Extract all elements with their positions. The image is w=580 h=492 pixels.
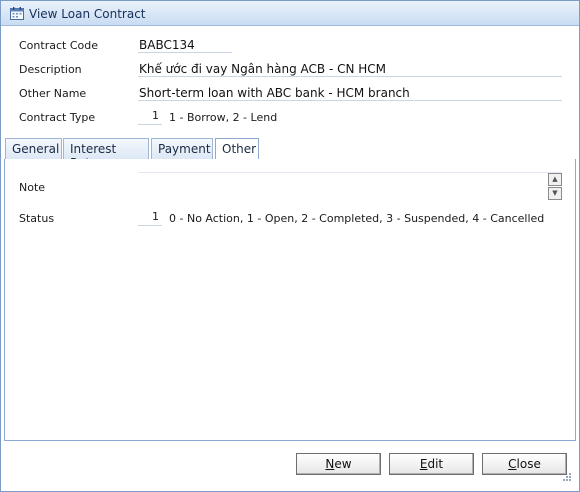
tab-strip: General Interest Rate Payment Other: [4, 138, 576, 170]
scroll-up-icon[interactable]: ▲: [548, 173, 562, 186]
edit-button-label: dit: [427, 457, 444, 471]
other-tab-panel: [4, 159, 576, 441]
loan-contract-window: View Loan Contract Contract Code BABC134…: [0, 0, 580, 492]
other-name-underline: [138, 100, 562, 101]
description-field[interactable]: Khế ước đi vay Ngân hàng ACB - CN HCM: [139, 62, 386, 76]
scroll-down-icon[interactable]: ▼: [548, 187, 562, 200]
calendar-icon: [10, 7, 24, 20]
note-textarea[interactable]: ▲ ▼: [138, 172, 562, 201]
contract-code-underline: [138, 52, 232, 53]
status-label: Status: [19, 212, 55, 225]
status-hint: 0 - No Action, 1 - Open, 2 - Completed, …: [169, 212, 545, 225]
description-underline: [138, 76, 562, 77]
window-title: View Loan Contract: [29, 7, 146, 21]
status-field[interactable]: 1: [138, 210, 162, 226]
other-name-field[interactable]: Short-term loan with ABC bank - HCM bran…: [139, 86, 410, 100]
resize-grip-icon[interactable]: [562, 472, 572, 482]
note-label: Note: [19, 181, 46, 194]
other-name-label: Other Name: [19, 87, 87, 100]
contract-type-label: Contract Type: [19, 111, 96, 124]
note-scrollbar[interactable]: ▲ ▼: [548, 173, 562, 200]
new-button-label: ew: [334, 457, 352, 471]
tab-general[interactable]: General: [5, 138, 62, 160]
edit-button[interactable]: Edit: [389, 453, 474, 475]
description-label: Description: [19, 63, 82, 76]
button-bar: New Edit Close: [4, 441, 576, 485]
contract-type-field[interactable]: 1: [138, 109, 162, 125]
contract-type-hint: 1 - Borrow, 2 - Lend: [169, 111, 278, 124]
close-button[interactable]: Close: [482, 453, 567, 475]
tab-payment[interactable]: Payment: [151, 138, 213, 160]
contract-code-label: Contract Code: [19, 39, 98, 52]
close-button-hotkey: C: [508, 457, 517, 471]
close-button-label: lose: [516, 457, 541, 471]
contract-code-field[interactable]: BABC134: [139, 38, 195, 52]
title-bar: View Loan Contract: [1, 1, 579, 26]
tab-other[interactable]: Other: [215, 138, 259, 161]
new-button[interactable]: New: [296, 453, 381, 475]
tab-interest-rate[interactable]: Interest Rate: [63, 138, 149, 170]
